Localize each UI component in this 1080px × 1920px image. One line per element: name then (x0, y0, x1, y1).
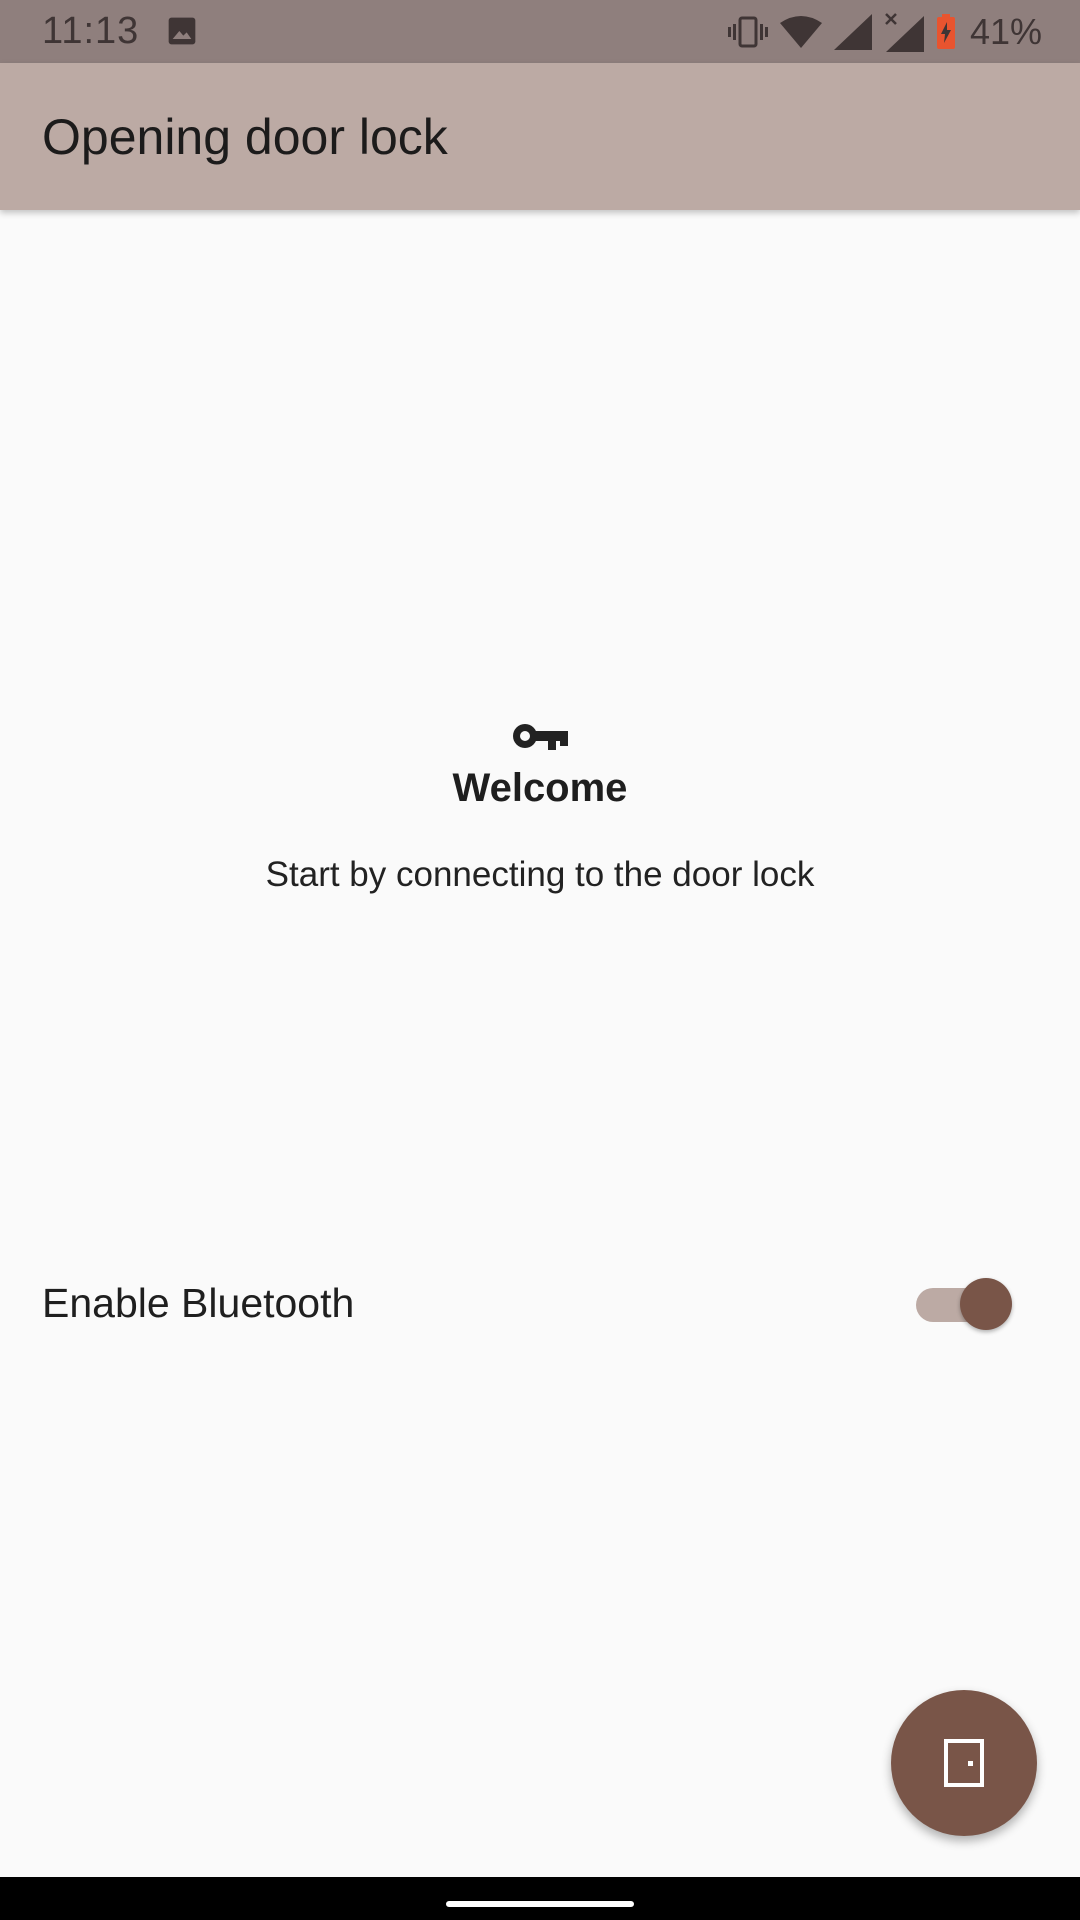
open-door-button[interactable] (891, 1690, 1037, 1836)
battery-charging-icon (936, 14, 955, 49)
cell-signal-no-data-icon (885, 13, 924, 52)
home-gesture-handle[interactable] (446, 1901, 634, 1907)
battery-percentage: 41% (969, 11, 1042, 52)
status-bar: 11:13 41% (0, 0, 1080, 63)
welcome-subtitle: Start by connecting to the door lock (265, 855, 815, 894)
toggle-thumb (960, 1278, 1012, 1330)
app-bar: Opening door lock (0, 63, 1080, 210)
image-icon (168, 17, 196, 45)
status-time: 11:13 (42, 10, 140, 52)
app-title: Opening door lock (42, 109, 448, 165)
navigation-bar (0, 1877, 1080, 1920)
bluetooth-setting-row[interactable]: Enable Bluetooth (0, 1262, 1080, 1342)
status-icons: 41% (727, 8, 1042, 56)
wifi-icon (779, 16, 822, 48)
welcome-title: Welcome (452, 766, 628, 810)
screen: 11:13 41% Opening door lock Welcome Star… (0, 0, 1080, 1920)
door-icon (944, 1739, 984, 1787)
vibrate-icon (727, 16, 768, 48)
key-icon (513, 724, 568, 750)
cell-signal-icon (833, 14, 872, 50)
bluetooth-toggle[interactable] (916, 1278, 1012, 1330)
welcome-section: Welcome Start by connecting to the door … (0, 720, 1080, 895)
bluetooth-label: Enable Bluetooth (42, 1280, 355, 1326)
